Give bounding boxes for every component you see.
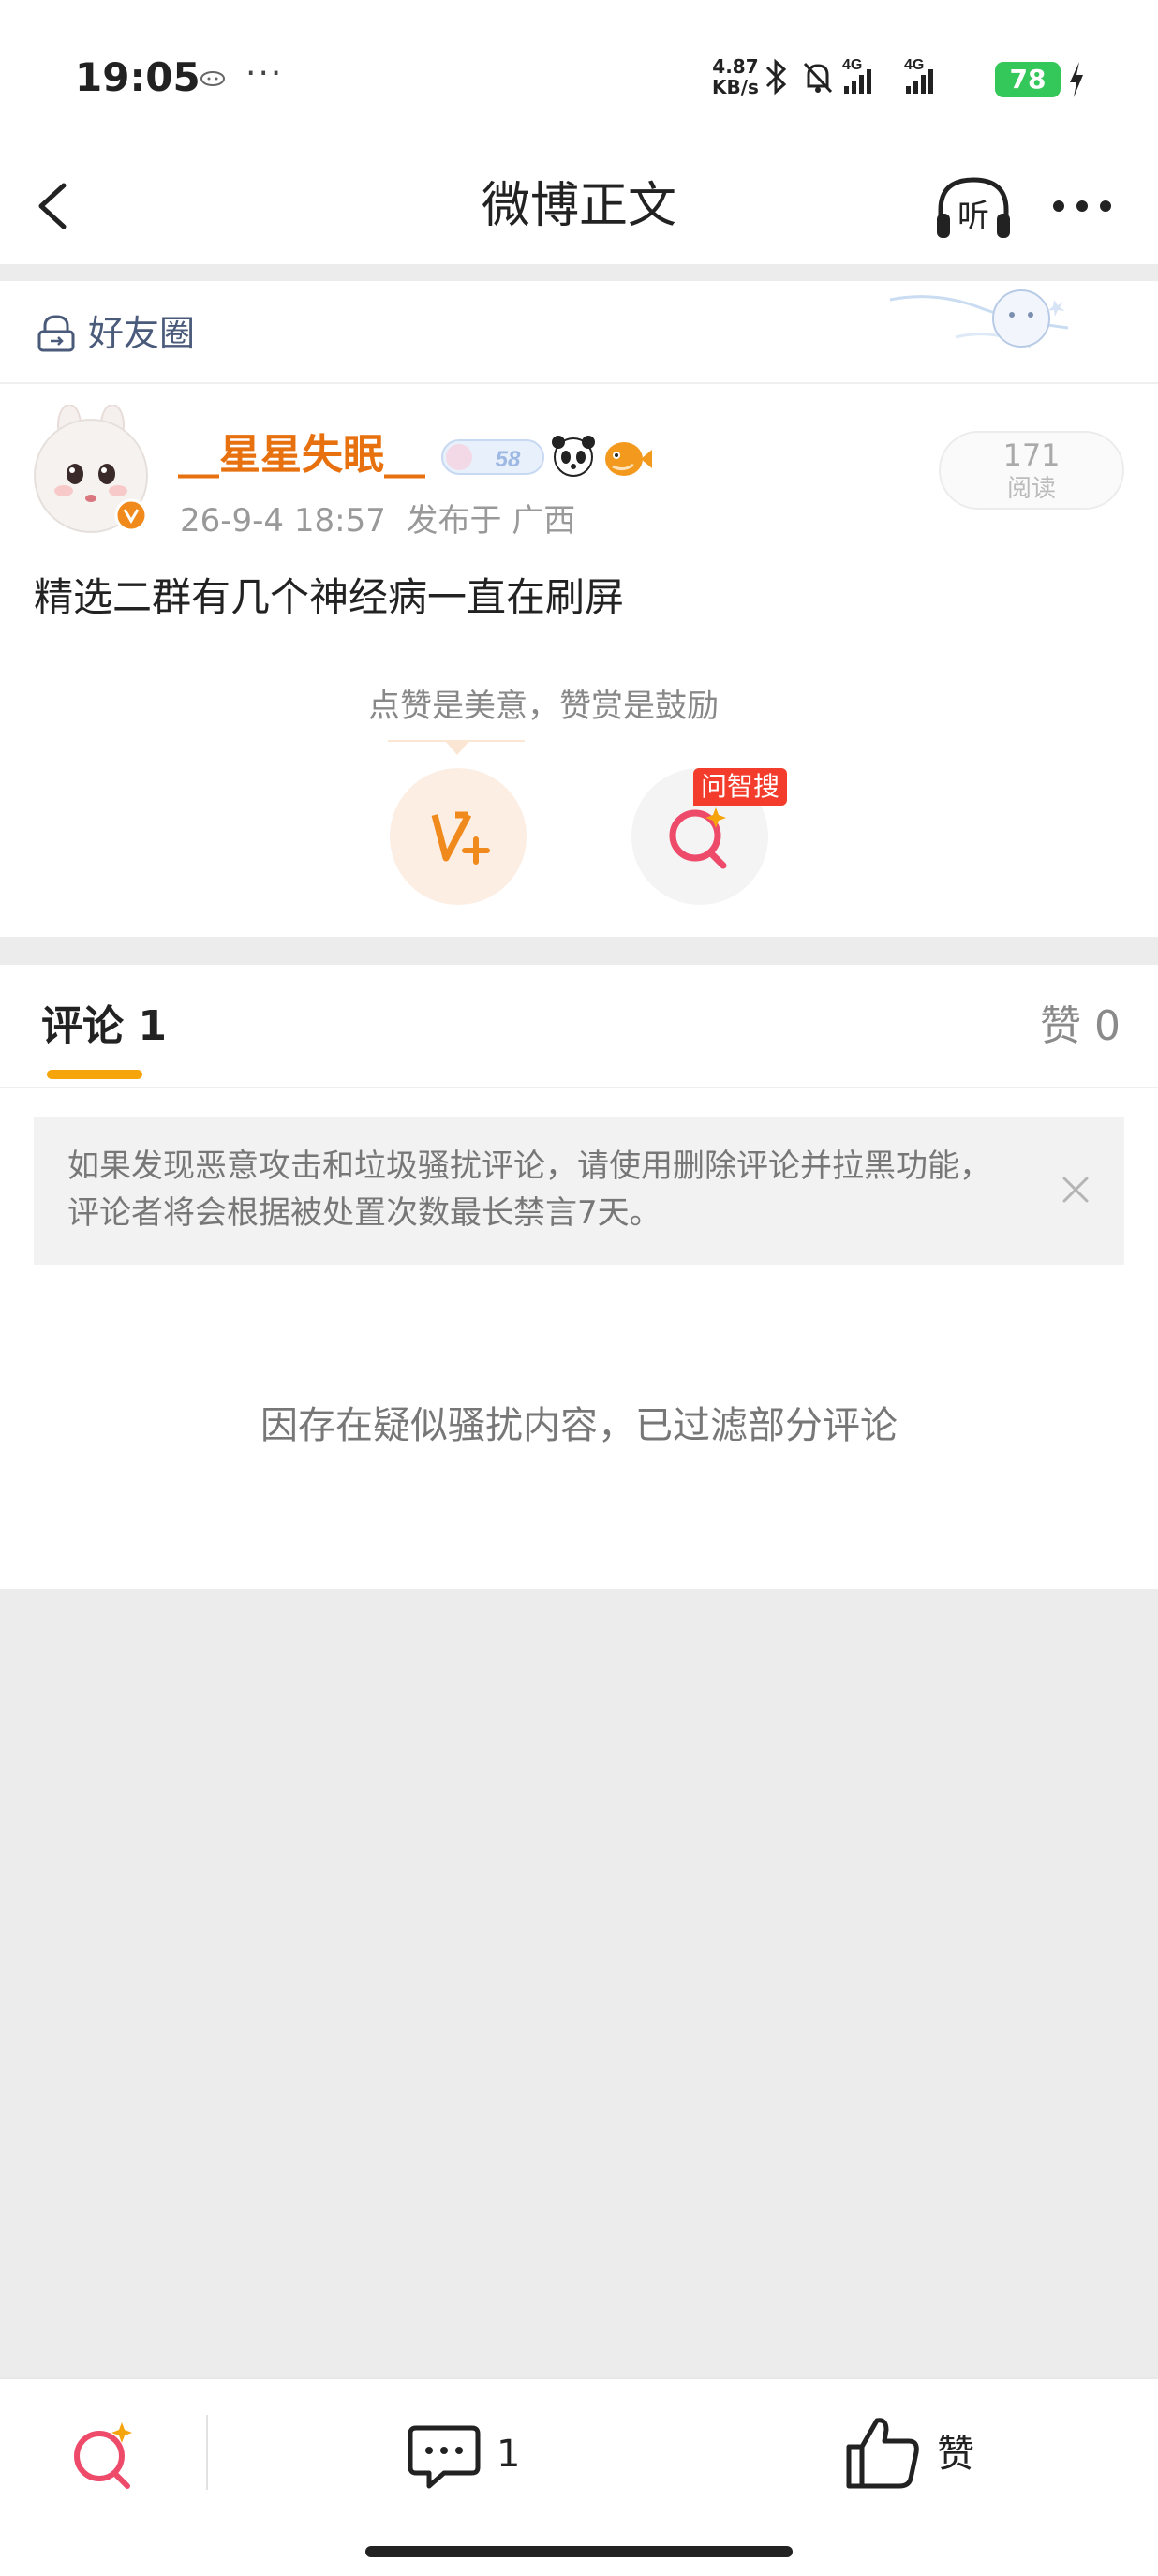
read-count-pill: 171 阅读	[939, 431, 1124, 510]
avatar[interactable]	[30, 404, 152, 536]
smart-search-tag: 问智搜	[693, 768, 788, 806]
divider	[0, 264, 1158, 281]
more-icon[interactable]	[1049, 187, 1115, 225]
read-label: 阅读	[1006, 475, 1056, 503]
friend-circle-icon	[37, 315, 75, 352]
post-meta: 26-9-4 18:57 发布于 广西	[180, 498, 575, 543]
bluetooth-icon	[765, 58, 787, 96]
home-indicator[interactable]	[365, 2546, 793, 2557]
username[interactable]: __星星失眠__	[178, 427, 425, 483]
panda-icon	[552, 436, 595, 477]
status-time: 19:05	[75, 54, 200, 100]
decoration-illustration	[889, 289, 1069, 348]
listen-button[interactable]: 听	[933, 172, 1014, 244]
divider	[0, 937, 1158, 965]
mute-bell-icon	[803, 62, 833, 94]
comment-count[interactable]: 1	[497, 2428, 520, 2480]
comment-icon[interactable]	[407, 2421, 482, 2492]
reward-v-plus-icon	[431, 811, 490, 865]
like-label[interactable]: 赞	[937, 2428, 974, 2480]
post-content: 精选二群有几个神经病一直在刷屏	[34, 574, 625, 620]
smart-search-icon[interactable]	[67, 2417, 142, 2492]
tabs-divider	[0, 1087, 1158, 1088]
notice-text: 如果发现恶意攻击和垃圾骚扰评论，请使用删除评论并拉黑功能， 评论者将会根据被处置…	[67, 1147, 991, 1232]
net-speed: 4.87 KB/s	[712, 55, 759, 98]
tab-active-indicator	[47, 1070, 142, 1079]
svg-text:听: 听	[958, 198, 989, 235]
encourage-pointer	[446, 742, 468, 755]
cloud-icon	[200, 71, 225, 86]
friend-circle-label: 好友圈	[88, 313, 196, 354]
reward-button[interactable]	[390, 768, 527, 905]
status-icons: 4G 4G	[765, 57, 933, 96]
thumbs-up-icon[interactable]	[845, 2413, 920, 2492]
post-timestamp: 26-9-4 18:57	[180, 502, 386, 540]
signal-icon-2: 4G	[904, 57, 933, 94]
bottom-bar-separator	[206, 2415, 208, 2490]
close-icon[interactable]	[1057, 1171, 1094, 1208]
pufferfish-icon	[605, 442, 652, 476]
tab-likes[interactable]: 赞 0	[1040, 997, 1121, 1057]
location-prefix: 发布于	[406, 502, 502, 540]
headphones-icon: 听	[937, 177, 1010, 238]
charging-icon	[1070, 62, 1083, 97]
user-badges: 58	[441, 436, 652, 477]
filtered-comments-message: 因存在疑似骚扰内容，已过滤部分评论	[260, 1404, 898, 1447]
post-location: 广西	[512, 502, 576, 540]
battery-indicator: 78	[995, 62, 1061, 97]
tab-comments[interactable]: 评论 1	[41, 997, 167, 1057]
encourage-text: 点赞是美意，赞赏是鼓励	[368, 688, 719, 725]
avatar-image	[34, 404, 148, 533]
read-count: 171	[1002, 437, 1061, 473]
signal-icon-1: 4G	[842, 57, 871, 94]
svg-text:4G: 4G	[842, 57, 862, 73]
svg-text:4G: 4G	[904, 57, 924, 73]
svg-text:58: 58	[496, 447, 521, 472]
level-badge-icon: 58	[441, 439, 544, 475]
empty-area	[0, 1589, 1158, 2377]
status-more-icon: ···	[245, 54, 284, 93]
